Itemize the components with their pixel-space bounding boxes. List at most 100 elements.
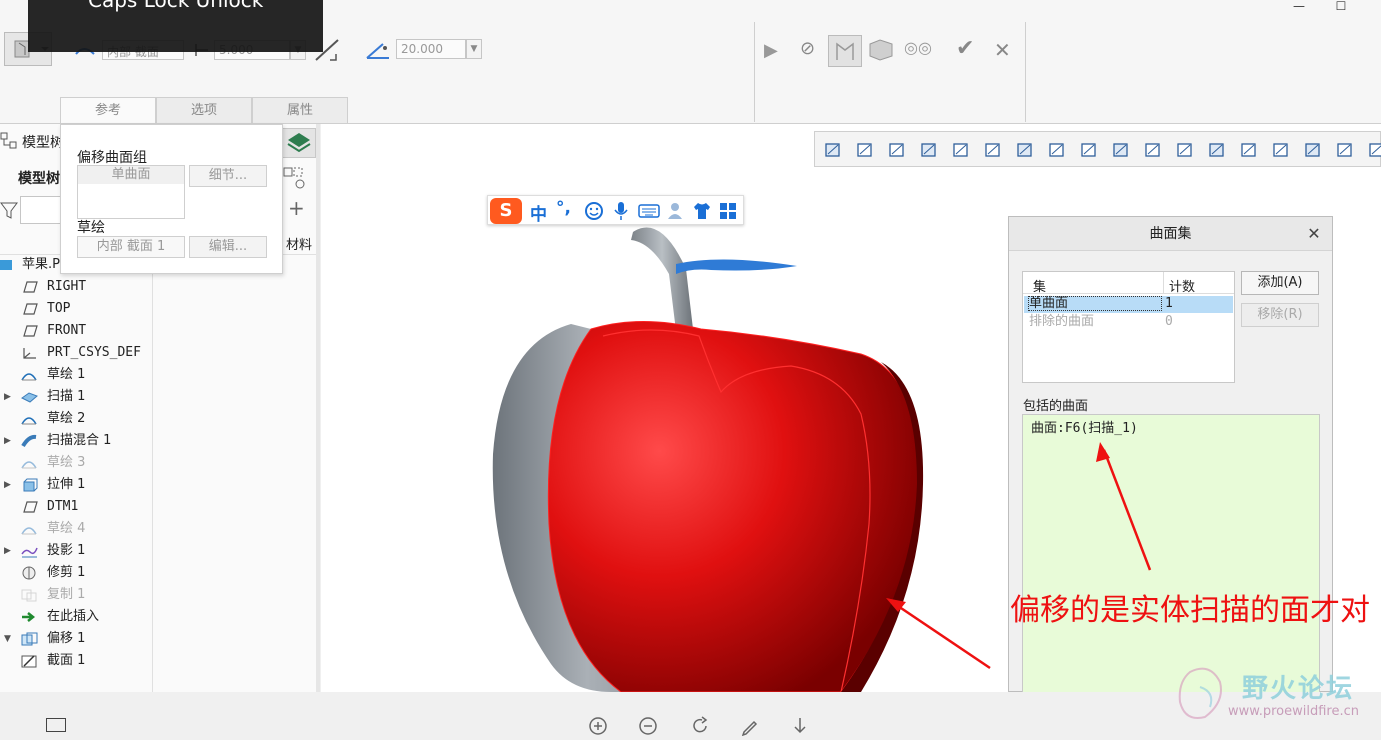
datum-display-icon[interactable] (1175, 140, 1195, 160)
tree-item[interactable]: ▼ 偏移 1 (0, 628, 152, 650)
zoom-in-icon[interactable] (855, 140, 875, 160)
filter-icon[interactable] (0, 200, 18, 220)
download-icon[interactable] (790, 716, 810, 736)
tree-item[interactable]: 复制 1 (0, 584, 152, 606)
appearance-icon[interactable] (1143, 140, 1163, 160)
section-sketch-icon (20, 654, 38, 668)
axis-display-icon[interactable] (1239, 140, 1259, 160)
tree-item[interactable]: ▶ 拉伸 1 (0, 474, 152, 496)
tree-item[interactable]: 在此插入 (0, 606, 152, 628)
csys-display-icon[interactable] (1303, 140, 1323, 160)
zoom-out-icon[interactable] (638, 716, 658, 736)
edit-button[interactable]: 编辑... (189, 236, 267, 258)
apple-stem[interactable] (631, 227, 693, 331)
minimize-icon[interactable]: — (1284, 0, 1314, 18)
set-row-excluded[interactable]: 排除的曲面 0 (1024, 314, 1233, 331)
tree-item[interactable]: 截面 1 (0, 650, 152, 672)
tab-options[interactable]: 选项 (156, 97, 252, 123)
layer-icon[interactable] (282, 128, 316, 158)
details-button[interactable]: 细节... (189, 165, 267, 187)
tree-item[interactable]: TOP (0, 298, 152, 320)
angle-value-dropdown[interactable]: ▼ (466, 39, 482, 59)
spin-center-icon[interactable] (1367, 140, 1381, 160)
show-columns-icon[interactable] (282, 166, 308, 190)
expand-arrow-icon[interactable]: ▶ (4, 474, 14, 496)
ime-logo[interactable]: S (490, 198, 522, 224)
tree-search-input[interactable] (20, 196, 65, 224)
tree-item[interactable]: PRT_CSYS_DEF (0, 342, 152, 364)
add-column-icon[interactable]: + (288, 198, 308, 218)
clip-icon[interactable] (1111, 140, 1131, 160)
toolbox-grid-icon[interactable] (718, 201, 738, 221)
view-manager-icon[interactable] (1047, 140, 1067, 160)
tree-item[interactable]: 草绘 4 (0, 518, 152, 540)
repaint-icon[interactable] (919, 140, 939, 160)
accept-check-icon[interactable]: ✔ (956, 36, 982, 62)
tree-item[interactable]: RIGHT (0, 276, 152, 298)
verify-icon[interactable] (868, 38, 894, 62)
point-display-icon[interactable] (1271, 140, 1291, 160)
plane-display-icon[interactable] (1207, 140, 1227, 160)
apple-front-surface[interactable] (547, 321, 920, 693)
pause-play-icon[interactable]: ▶ (764, 40, 784, 61)
microphone-icon[interactable] (612, 201, 630, 221)
cancel-x-icon[interactable]: ✕ (994, 38, 1016, 62)
preview-icon[interactable] (828, 35, 862, 67)
refit-icon[interactable] (823, 140, 843, 160)
tree-item-label: 草绘 4 (47, 521, 86, 536)
tree-item[interactable]: 修剪 1 (0, 562, 152, 584)
tree-item[interactable]: ▶ 扫描混合 1 (0, 430, 152, 452)
expand-arrow-icon[interactable]: ▶ (4, 386, 14, 408)
close-icon[interactable]: ✕ (1305, 225, 1323, 243)
ribbon-divider (1025, 22, 1026, 122)
included-surfaces-list[interactable]: 曲面:F6(扫描_1) (1022, 414, 1320, 694)
apple-leaf[interactable] (676, 259, 797, 274)
redo-icon[interactable] (690, 716, 710, 736)
user-icon[interactable] (666, 201, 686, 221)
included-surface-item[interactable]: 曲面:F6(扫描_1) (1031, 417, 1138, 436)
tree-item[interactable]: ▶ 投影 1 (0, 540, 152, 562)
tree-item[interactable]: 草绘 1 (0, 364, 152, 386)
pencil-icon[interactable] (740, 716, 760, 737)
included-surfaces-label: 包括的曲面 (1023, 399, 1089, 414)
set-row-single-surface[interactable]: 单曲面 1 (1024, 296, 1233, 313)
surface-collector[interactable]: 单曲面 (77, 165, 185, 219)
keyboard-icon[interactable] (638, 203, 660, 219)
model-tree-tab[interactable]: 模型树 (22, 132, 64, 152)
surface-collector-item[interactable]: 单曲面 (78, 166, 184, 184)
tree-item[interactable]: FRONT (0, 320, 152, 342)
tree-scrollbar[interactable] (316, 124, 320, 692)
annotation-display-icon[interactable] (1335, 140, 1355, 160)
tree-item[interactable]: 草绘 3 (0, 452, 152, 474)
perspective-icon[interactable] (951, 140, 971, 160)
col-count-header[interactable]: 计数 (1169, 276, 1195, 295)
emoji-icon[interactable] (584, 201, 604, 221)
tree-item[interactable]: DTM1 (0, 496, 152, 518)
skin-shirt-icon[interactable] (692, 201, 712, 221)
expand-arrow-icon[interactable]: ▶ (4, 540, 14, 562)
sketch-collector[interactable]: 内部 截面 1 (77, 236, 185, 258)
no-preview-icon[interactable]: ⊘ (800, 38, 822, 60)
insert-arrow-icon (20, 610, 38, 624)
tree-item[interactable]: 草绘 2 (0, 408, 152, 430)
ime-mode-toggle[interactable]: 中 (530, 200, 547, 225)
expand-arrow-icon[interactable]: ▶ (4, 430, 14, 452)
add-button[interactable]: 添加(A) (1241, 271, 1319, 295)
window-icon[interactable] (46, 718, 66, 732)
ime-punct-toggle[interactable]: °, (556, 198, 571, 218)
saved-orientations-icon[interactable] (1015, 140, 1035, 160)
col-set-header[interactable]: 集 (1033, 276, 1046, 295)
display-style-icon[interactable] (983, 140, 1003, 160)
section-icon[interactable] (1079, 140, 1099, 160)
tab-properties[interactable]: 属性 (252, 97, 348, 123)
angle-value-field[interactable]: 20.000 (396, 39, 466, 59)
expand-arrow-icon[interactable]: ▼ (4, 628, 14, 650)
glasses-icon[interactable]: ◎◎ (904, 38, 932, 62)
tab-references[interactable]: 参考 (60, 97, 156, 123)
tree-layout-icon[interactable] (0, 132, 18, 150)
zoom-in-icon[interactable] (588, 716, 608, 736)
remove-button[interactable]: 移除(R) (1241, 303, 1319, 327)
maximize-icon[interactable]: ☐ (1326, 0, 1356, 18)
zoom-out-icon[interactable] (887, 140, 907, 160)
tree-item[interactable]: ▶ 扫描 1 (0, 386, 152, 408)
